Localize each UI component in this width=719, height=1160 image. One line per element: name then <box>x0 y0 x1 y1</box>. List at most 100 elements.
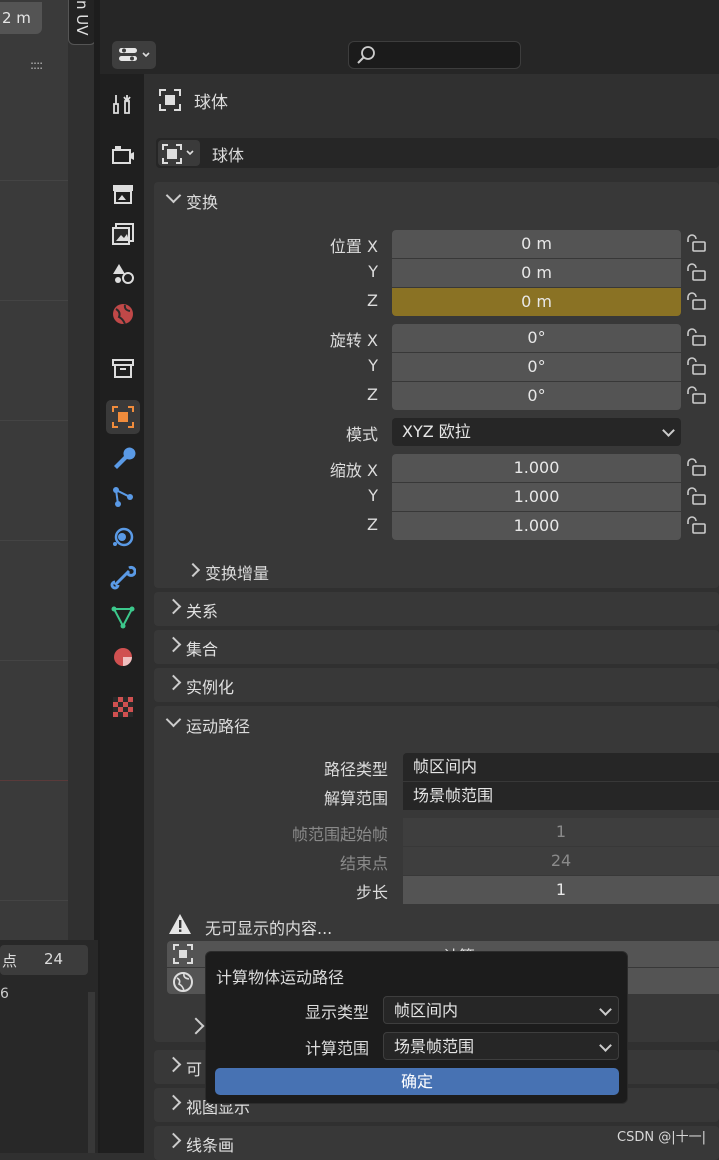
location-x-field[interactable]: 0 m <box>392 230 681 258</box>
rotation-x-field[interactable]: 0° <box>392 324 681 352</box>
tab-output[interactable] <box>106 177 140 211</box>
scale-z-field[interactable]: 1.000 <box>392 512 681 540</box>
rotation-y-label: Y <box>368 356 378 375</box>
search-input[interactable] <box>348 41 521 69</box>
timeline-end-label: 点 <box>2 952 18 970</box>
step-field[interactable]: 1 <box>403 876 719 904</box>
frame-start-field[interactable]: 1 <box>403 818 719 846</box>
section-title: 集合 <box>186 640 219 659</box>
location-z-label: Z <box>367 291 378 310</box>
particles-icon <box>113 487 133 507</box>
tab-material[interactable] <box>106 640 140 674</box>
scene-icon <box>113 264 134 284</box>
calc-range-dropdown[interactable]: 场景帧范围 <box>403 782 719 810</box>
warning-message: 无可显示的内容... <box>205 919 333 938</box>
location-y-field[interactable]: 0 m <box>392 259 681 287</box>
tab-scene[interactable] <box>106 257 140 291</box>
section-title: 变换 <box>186 193 219 212</box>
scale-x-field[interactable]: 1.000 <box>392 454 681 482</box>
ok-button[interactable]: 确定 <box>215 1068 619 1095</box>
chevron-right-icon <box>165 1132 182 1149</box>
timeline-scrollbar[interactable] <box>88 992 95 1153</box>
rotation-z-label: Z <box>367 385 378 404</box>
properties-editor-icon <box>119 48 150 61</box>
scale-y-field[interactable]: 1.000 <box>392 483 681 511</box>
tab-object[interactable] <box>106 400 140 434</box>
chevron-down-icon <box>599 1003 612 1016</box>
section-title: 关系 <box>186 602 219 621</box>
chevron-down-icon <box>662 424 675 437</box>
tab-physics[interactable] <box>106 520 140 554</box>
search-icon <box>357 46 375 64</box>
tab-render[interactable] <box>106 137 140 171</box>
editor-type-button[interactable] <box>112 41 156 69</box>
relations-section[interactable]: 关系 <box>154 592 719 626</box>
scale-label: 缩放 X <box>329 461 378 480</box>
section-title: 可 <box>186 1060 203 1079</box>
collection-icon <box>112 359 134 378</box>
display-type-label: 显示类型 <box>304 1003 369 1022</box>
timeline-end-value: 24 <box>44 950 64 968</box>
texture-icon <box>113 697 133 717</box>
rotation-mode-dropdown[interactable]: XYZ 欧拉 <box>392 418 681 446</box>
tab-modifiers[interactable] <box>106 440 140 474</box>
lock-icon[interactable] <box>685 516 707 534</box>
location-z-field[interactable]: 0 m <box>392 288 681 316</box>
chevron-right-icon <box>165 674 182 691</box>
lock-icon[interactable] <box>685 458 707 476</box>
sidebar-tab-label: n UV <box>73 0 91 36</box>
object-browse-button[interactable] <box>158 140 200 166</box>
mesh-data-icon <box>111 606 135 629</box>
calc-range-label: 解算范围 <box>323 789 388 808</box>
tab-texture[interactable] <box>106 690 140 724</box>
physics-icon <box>113 527 134 547</box>
scale-y-label: Y <box>368 486 378 505</box>
display-type-dropdown[interactable]: 帧区间内 <box>383 996 619 1024</box>
motion-paths-header[interactable]: 运动路径 <box>154 706 719 740</box>
rotation-mode-label: 模式 <box>345 425 378 444</box>
rotation-y-field[interactable]: 0° <box>392 353 681 381</box>
tab-data[interactable] <box>106 600 140 634</box>
frame-end-field[interactable]: 24 <box>403 847 719 875</box>
tab-tool[interactable] <box>106 87 140 121</box>
lock-icon[interactable] <box>685 386 707 404</box>
lock-icon[interactable] <box>685 292 707 310</box>
lock-icon[interactable] <box>685 263 707 281</box>
drag-grip-icon[interactable]: :::: <box>30 58 43 72</box>
transform-header[interactable]: 变换 <box>154 182 719 216</box>
lock-icon[interactable] <box>685 234 707 252</box>
tab-collection[interactable] <box>106 351 140 385</box>
datablock-name: 球体 <box>212 146 245 165</box>
sidebar-tab-uv[interactable]: n UV <box>68 0 96 45</box>
lock-icon[interactable] <box>685 328 707 346</box>
tab-view-layer[interactable] <box>106 217 140 251</box>
scale-z-label: Z <box>367 515 378 534</box>
constraints-icon <box>110 565 136 590</box>
object-icon <box>159 89 181 111</box>
section-title: 运动路径 <box>186 717 251 736</box>
rotation-label: 旋转 X <box>329 331 378 350</box>
timeline-end-field[interactable]: 点 24 <box>0 945 88 975</box>
chevron-down-icon <box>165 187 182 204</box>
path-type-value: 帧区间内 <box>413 757 478 776</box>
delta-transform-subpanel[interactable]: 变换增量 <box>176 554 719 586</box>
path-type-dropdown[interactable]: 帧区间内 <box>403 753 719 781</box>
lock-icon[interactable] <box>685 357 707 375</box>
section-title: 线条画 <box>186 1136 235 1155</box>
popup-range-dropdown[interactable]: 场景帧范围 <box>383 1032 619 1060</box>
tool-icon <box>113 95 131 114</box>
tab-world[interactable] <box>106 297 140 331</box>
instancing-section[interactable]: 实例化 <box>154 668 719 702</box>
chevron-right-icon <box>165 598 182 615</box>
location-y-label: Y <box>368 262 378 281</box>
rotation-z-field[interactable]: 0° <box>392 382 681 410</box>
render-icon <box>112 146 134 164</box>
warning-icon <box>169 914 191 934</box>
chevron-right-icon <box>165 1094 182 1111</box>
lock-icon[interactable] <box>685 487 707 505</box>
3d-viewport[interactable] <box>0 0 68 940</box>
tab-particles[interactable] <box>106 480 140 514</box>
collections-section[interactable]: 集合 <box>154 630 719 664</box>
object-datablock-field[interactable]: 球体 <box>156 138 719 168</box>
tab-constraints[interactable] <box>106 560 140 594</box>
